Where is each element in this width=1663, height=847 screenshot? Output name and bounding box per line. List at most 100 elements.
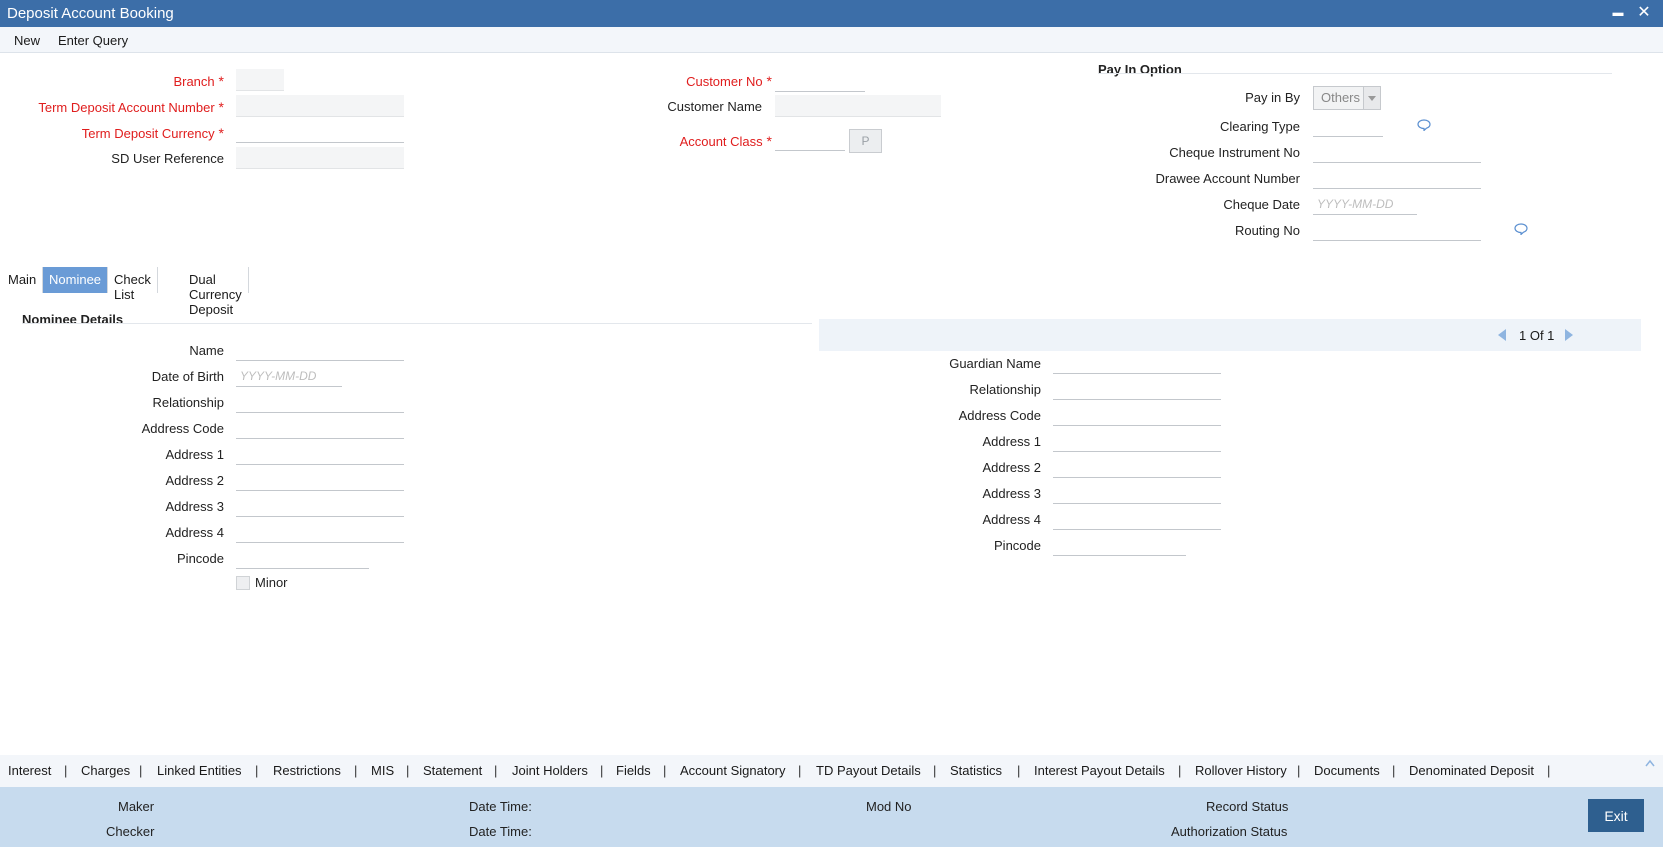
pay-in-option-divider — [1098, 73, 1612, 74]
customer-name-input[interactable] — [775, 95, 941, 117]
interest-payout-details-link[interactable]: Interest Payout Details — [1034, 763, 1165, 778]
nominee-dob-input[interactable] — [236, 365, 342, 387]
nominee-relationship-input[interactable] — [236, 391, 404, 413]
drawee-account-number-input[interactable] — [1313, 167, 1481, 189]
mis-link[interactable]: MIS — [371, 763, 394, 778]
routing-no-lookup-icon[interactable] — [1514, 223, 1528, 235]
sd-user-reference-label: SD User Reference — [111, 151, 224, 166]
next-record-icon[interactable] — [1565, 329, 1573, 341]
minor-checkbox[interactable] — [236, 576, 250, 590]
guardian-address4-input[interactable] — [1053, 508, 1221, 530]
link-separator: | — [1547, 763, 1551, 778]
account-signatory-link[interactable]: Account Signatory — [680, 763, 786, 778]
minimize-icon[interactable]: ▬ — [1608, 3, 1628, 23]
nominee-dob-label: Date of Birth — [151, 369, 224, 384]
link-separator: | — [933, 763, 937, 778]
chevron-down-icon — [1363, 87, 1380, 109]
record-status-label: Record Status — [1206, 799, 1289, 814]
restrictions-link[interactable]: Restrictions — [273, 763, 341, 778]
pay-in-option-title: Pay In Option — [1098, 62, 1182, 77]
link-separator: | — [1392, 763, 1396, 778]
tab-main[interactable]: Main — [2, 267, 44, 293]
previous-record-icon[interactable] — [1498, 329, 1506, 341]
link-separator: | — [1017, 763, 1021, 778]
td-currency-input[interactable] — [236, 121, 404, 143]
drawee-account-number-label: Drawee Account Number — [1155, 171, 1300, 186]
authorization-status-label: Authorization Status — [1171, 824, 1288, 839]
nominee-address3-input[interactable] — [236, 495, 404, 517]
tab-check-list[interactable]: Check List — [108, 267, 158, 302]
cheque-instrument-no-label: Cheque Instrument No — [1169, 145, 1300, 160]
clearing-type-label: Clearing Type — [1220, 119, 1300, 134]
nominee-name-label: Name — [189, 343, 224, 358]
link-separator: | — [1178, 763, 1182, 778]
rollover-history-link[interactable]: Rollover History — [1195, 763, 1287, 778]
nominee-details-title: Nominee Details — [22, 312, 124, 327]
nominee-address-code-input[interactable] — [236, 417, 404, 439]
interest-link[interactable]: Interest — [8, 763, 51, 778]
fields-link[interactable]: Fields — [616, 763, 651, 778]
guardian-name-input[interactable] — [1053, 352, 1221, 374]
sd-user-reference-input[interactable] — [236, 147, 404, 169]
branch-input[interactable] — [236, 69, 284, 91]
nominee-address4-label: Address 4 — [165, 525, 224, 540]
clearing-type-input[interactable] — [1313, 115, 1383, 137]
nominee-address1-label: Address 1 — [165, 447, 224, 462]
customer-no-input[interactable] — [775, 70, 865, 92]
td-payout-details-link[interactable]: TD Payout Details — [816, 763, 921, 778]
denominated-deposit-link[interactable]: Denominated Deposit — [1409, 763, 1534, 778]
guardian-address1-input[interactable] — [1053, 430, 1221, 452]
nominee-address2-input[interactable] — [236, 469, 404, 491]
guardian-pincode-label: Pincode — [994, 538, 1041, 553]
link-separator: | — [494, 763, 498, 778]
customer-name-label: Customer Name — [667, 99, 762, 114]
customer-no-label: Customer No — [686, 73, 772, 89]
cheque-date-input[interactable] — [1313, 193, 1417, 215]
guardian-address-code-label: Address Code — [958, 408, 1041, 423]
nominee-details-divider — [22, 323, 812, 324]
guardian-address3-input[interactable] — [1053, 482, 1221, 504]
link-separator: | — [406, 763, 410, 778]
joint-holders-link[interactable]: Joint Holders — [512, 763, 588, 778]
nominee-name-input[interactable] — [236, 339, 404, 361]
tab-dual-currency-deposit[interactable]: Dual Currency Deposit — [183, 267, 249, 317]
charges-link[interactable]: Charges — [81, 763, 130, 778]
nominee-address4-input[interactable] — [236, 521, 404, 543]
documents-link[interactable]: Documents — [1314, 763, 1380, 778]
cheque-instrument-no-input[interactable] — [1313, 141, 1481, 163]
checker-date-time-label: Date Time: — [469, 824, 532, 839]
nominee-address1-input[interactable] — [236, 443, 404, 465]
tab-nominee[interactable]: Nominee — [43, 267, 109, 293]
link-separator: | — [64, 763, 68, 778]
td-currency-label: Term Deposit Currency — [82, 125, 224, 141]
close-icon[interactable]: ✕ — [1634, 3, 1654, 23]
clearing-type-lookup-icon[interactable] — [1417, 119, 1431, 131]
statistics-link[interactable]: Statistics — [950, 763, 1002, 778]
statement-link[interactable]: Statement — [423, 763, 482, 778]
maker-date-time-label: Date Time: — [469, 799, 532, 814]
exit-button[interactable]: Exit — [1588, 799, 1644, 832]
nominee-pincode-input[interactable] — [236, 547, 369, 569]
chevron-up-icon[interactable] — [1645, 759, 1655, 767]
window-title: Deposit Account Booking — [7, 5, 174, 22]
pay-in-by-select[interactable]: Others — [1313, 86, 1381, 110]
link-separator: | — [663, 763, 667, 778]
account-class-input[interactable] — [775, 129, 845, 151]
new-menu-item[interactable]: New — [14, 33, 40, 48]
account-class-label: Account Class — [680, 133, 772, 149]
enter-query-menu-item[interactable]: Enter Query — [58, 33, 128, 48]
guardian-relationship-input[interactable] — [1053, 378, 1221, 400]
routing-no-input[interactable] — [1313, 219, 1481, 241]
nominee-address3-label: Address 3 — [165, 499, 224, 514]
link-separator: | — [600, 763, 604, 778]
guardian-address-code-input[interactable] — [1053, 404, 1221, 426]
link-separator: | — [1297, 763, 1301, 778]
checker-label: Checker — [106, 824, 155, 839]
account-class-lov-button[interactable]: P — [849, 129, 882, 153]
guardian-address4-label: Address 4 — [982, 512, 1041, 527]
guardian-relationship-label: Relationship — [969, 382, 1041, 397]
guardian-address2-input[interactable] — [1053, 456, 1221, 478]
guardian-pincode-input[interactable] — [1053, 534, 1186, 556]
td-account-number-input[interactable] — [236, 95, 404, 117]
linked-entities-link[interactable]: Linked Entities — [157, 763, 242, 778]
